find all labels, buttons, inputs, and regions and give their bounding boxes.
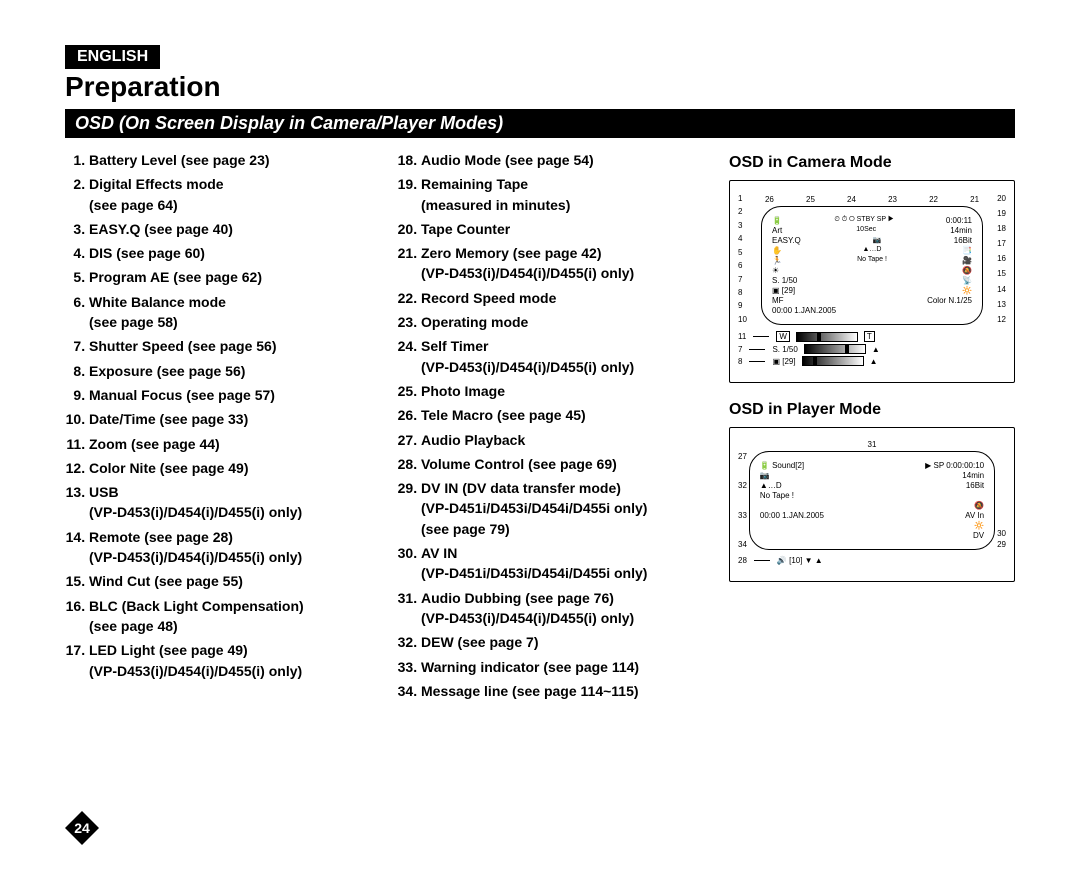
osd-list-item: Tape Counter — [421, 219, 707, 239]
osd-list-item: DV IN (DV data transfer mode)(VP-D451i/D… — [421, 478, 707, 539]
osd-list-item: Self Timer(VP-D453(i)/D454(i)/D455(i) on… — [421, 336, 707, 377]
osd-list-item: Wind Cut (see page 55) — [89, 571, 375, 591]
osd-list-item: USB(VP-D453(i)/D454(i)/D455(i) only) — [89, 482, 375, 523]
page-number-badge: 24 — [65, 811, 99, 850]
osd-list-item: Color Nite (see page 49) — [89, 458, 375, 478]
language-badge: ENGLISH — [65, 45, 160, 69]
osd-list-item: BLC (Back Light Compensation)(see page 4… — [89, 596, 375, 637]
osd-list-left: Battery Level (see page 23) Digital Effec… — [65, 150, 375, 681]
osd-list-item: Shutter Speed (see page 56) — [89, 336, 375, 356]
osd-list-item: EASY.Q (see page 40) — [89, 219, 375, 239]
osd-list-item: Battery Level (see page 23) — [89, 150, 375, 170]
osd-list-item: Digital Effects mode(see page 64) — [89, 174, 375, 215]
osd-list-item: Zoom (see page 44) — [89, 434, 375, 454]
osd-list-item: Audio Playback — [421, 430, 707, 450]
label-7b: 7 — [738, 345, 742, 354]
osd-list-item: Audio Mode (see page 54) — [421, 150, 707, 170]
osd-list-item: Remaining Tape(measured in minutes) — [421, 174, 707, 215]
osd-list-mid: Audio Mode (see page 54) Remaining Tape(m… — [397, 150, 707, 701]
player-mode-title: OSD in Player Mode — [729, 401, 1015, 419]
osd-list-item: Audio Dubbing (see page 76)(VP-D453(i)/D… — [421, 588, 707, 629]
osd-list-item: Program AE (see page 62) — [89, 267, 375, 287]
osd-list-item: Remote (see page 28)(VP-D453(i)/D454(i)/… — [89, 527, 375, 568]
osd-list-item: DIS (see page 60) — [89, 243, 375, 263]
osd-list-item: AV IN(VP-D451i/D453i/D454i/D455i only) — [421, 543, 707, 584]
osd-list-item: DEW (see page 7) — [421, 632, 707, 652]
osd-list-item: Record Speed mode — [421, 288, 707, 308]
page-title: Preparation — [65, 71, 1015, 103]
osd-list-item: Exposure (see page 56) — [89, 361, 375, 381]
camera-mode-title: OSD in Camera Mode — [729, 154, 1015, 172]
osd-list-item: Date/Time (see page 33) — [89, 409, 375, 429]
osd-list-item: Operating mode — [421, 312, 707, 332]
osd-list-item: White Balance mode(see page 58) — [89, 292, 375, 333]
osd-list-item: Message line (see page 114~115) — [421, 681, 707, 701]
label-11: 11 — [738, 332, 746, 341]
osd-list-item: Volume Control (see page 69) — [421, 454, 707, 474]
player-mode-diagram: 31 27323334 🔋 Sound[2]▶ SP 0:00:00:10 📷1… — [729, 427, 1015, 582]
osd-list-item: LED Light (see page 49)(VP-D453(i)/D454(… — [89, 640, 375, 681]
osd-list-item: Photo Image — [421, 381, 707, 401]
osd-list-item: Warning indicator (see page 114) — [421, 657, 707, 677]
label-8b: 8 — [738, 357, 742, 366]
osd-list-item: Tele Macro (see page 45) — [421, 405, 707, 425]
osd-list-item: Zero Memory (see page 42)(VP-D453(i)/D45… — [421, 243, 707, 284]
section-subtitle: OSD (On Screen Display in Camera/Player … — [65, 109, 1015, 138]
osd-list-item: Manual Focus (see page 57) — [89, 385, 375, 405]
camera-mode-diagram: 12345678910 262524232221 🔋⏲ ⏱ ⭘ STBY SP … — [729, 180, 1015, 383]
